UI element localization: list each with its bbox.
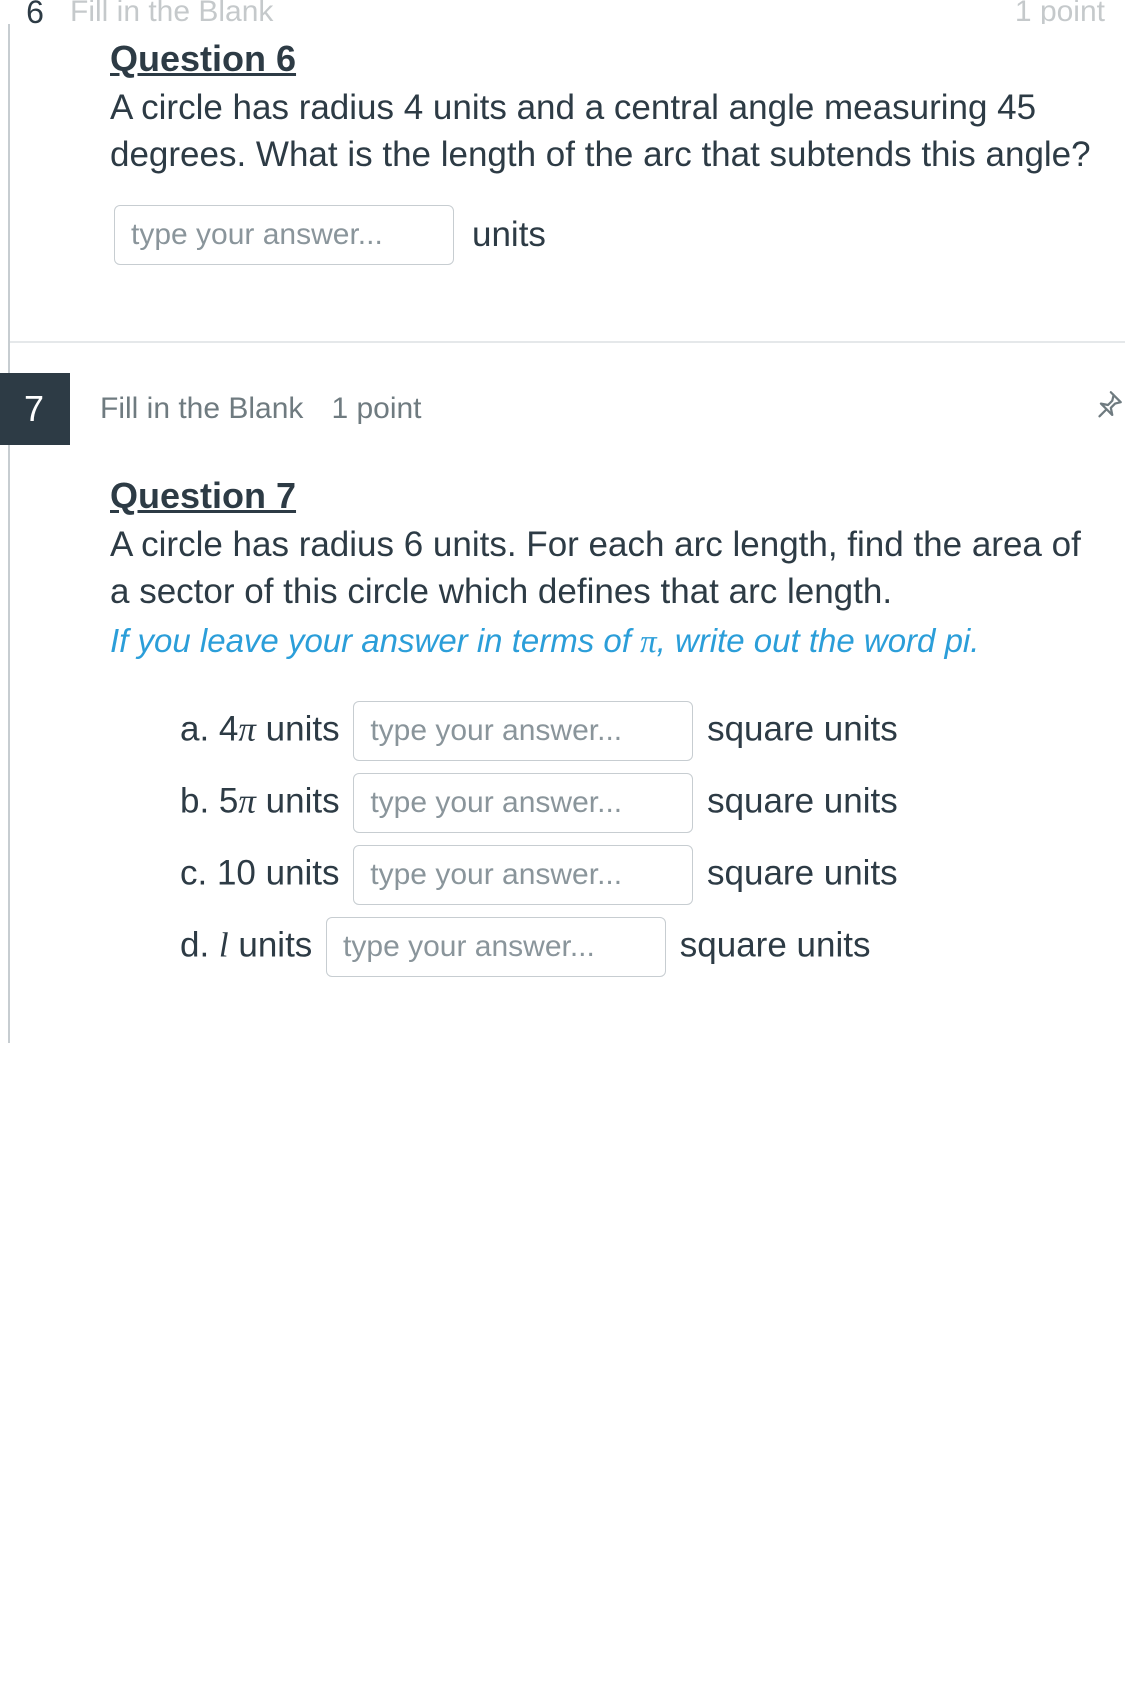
answer-input-q7b[interactable] xyxy=(353,773,693,833)
part-label: units xyxy=(256,709,340,748)
part-d: d. l units square units xyxy=(180,911,1105,983)
part-b: b. 5π units square units xyxy=(180,767,1105,839)
answer-input-q7c[interactable] xyxy=(353,845,693,905)
question-text: A circle has radius 4 units and a centra… xyxy=(110,84,1105,179)
answer-input-q7d[interactable] xyxy=(326,917,666,977)
pi-symbol: π xyxy=(640,624,657,660)
unit-label: square units xyxy=(707,709,898,748)
question-7: Question 7 A circle has radius 6 units. … xyxy=(10,475,1125,1043)
question-text: A circle has radius 6 units. For each ar… xyxy=(110,521,1105,616)
variable-l: l xyxy=(219,925,229,964)
question-title: Question 6 xyxy=(110,38,1105,80)
question-type: Fill in the Blank xyxy=(70,0,985,24)
question-points: 1 point xyxy=(331,392,421,426)
answer-input-q6[interactable] xyxy=(114,205,454,265)
part-label: units xyxy=(256,781,340,820)
part-a: a. 4π units square units xyxy=(180,695,1105,767)
unit-label: square units xyxy=(680,925,871,964)
answer-input-q7a[interactable] xyxy=(353,701,693,761)
hint-text: , write out the word pi. xyxy=(657,622,980,659)
part-c: c. 10 units square units xyxy=(180,839,1105,911)
hint-text: If you leave your answer in terms of xyxy=(110,622,640,659)
part-label: b. 5 xyxy=(180,781,238,820)
part-label: units xyxy=(229,925,313,964)
pi-symbol: π xyxy=(238,781,256,820)
part-label: d. xyxy=(180,925,219,964)
question-hint: If you leave your answer in terms of π, … xyxy=(110,619,1105,665)
part-label: a. 4 xyxy=(180,709,238,748)
question-title: Question 7 xyxy=(110,475,1105,517)
question-points: 1 point xyxy=(1015,0,1105,24)
unit-label: square units xyxy=(707,781,898,820)
unit-label: square units xyxy=(707,853,898,892)
question-type: Fill in the Blank xyxy=(100,392,303,426)
part-label: c. 10 units xyxy=(180,853,340,892)
pi-symbol: π xyxy=(238,709,256,748)
question-header-partial: 6 Fill in the Blank 1 point xyxy=(0,0,1125,24)
question-number: 6 xyxy=(0,0,70,24)
unit-label: units xyxy=(472,215,546,255)
question-header: 7 Fill in the Blank 1 point xyxy=(10,343,1125,475)
question-6: Question 6 A circle has radius 4 units a… xyxy=(10,24,1125,331)
pin-icon[interactable] xyxy=(1091,388,1125,430)
question-number-badge: 7 xyxy=(0,373,70,445)
